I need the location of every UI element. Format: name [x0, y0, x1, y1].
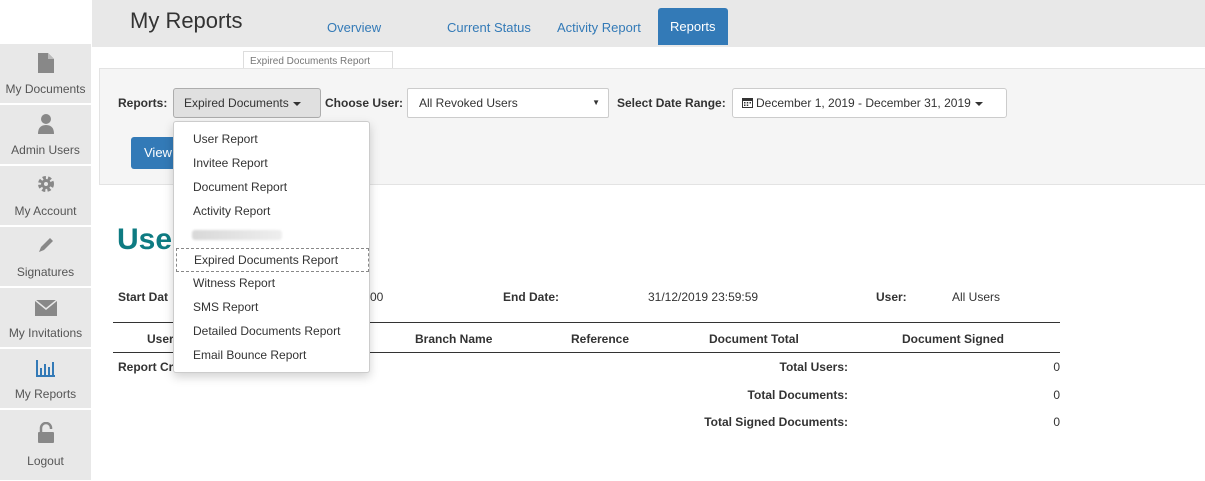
menu-item-activity-report[interactable]: Activity Report: [176, 200, 369, 224]
chevron-down-icon: ▼: [592, 98, 600, 107]
total-documents-label: Total Documents:: [747, 388, 848, 402]
page-title: My Reports: [130, 8, 243, 33]
start-date-value: 00: [370, 290, 384, 304]
user-icon: [0, 114, 91, 134]
envelope-icon: [0, 300, 91, 320]
user-label: User:: [876, 290, 907, 304]
caret-down-icon: [292, 101, 301, 106]
reports-dropdown-menu: User Report Invitee Report Document Repo…: [173, 121, 370, 373]
date-range-value: December 1, 2019 - December 31, 2019: [756, 96, 971, 110]
top-bar: My Reports Overview Current Status Activ…: [92, 0, 1205, 47]
sidebar-item-my-reports[interactable]: My Reports: [0, 349, 91, 409]
tab-activity-report[interactable]: Activity Report: [545, 11, 653, 45]
calendar-icon: [742, 90, 753, 118]
caret-down-icon: [974, 101, 983, 106]
choose-user-select[interactable]: All Revoked Users ▼: [407, 88, 609, 118]
menu-item-email-bounce-report[interactable]: Email Bounce Report: [176, 344, 369, 368]
date-range-label: Select Date Range:: [617, 96, 726, 110]
sidebar-item-my-documents[interactable]: My Documents: [0, 44, 91, 104]
reports-label: Reports:: [118, 96, 168, 110]
choose-user-label: Choose User:: [325, 96, 404, 110]
redacted-text: [192, 230, 282, 240]
sidebar-item-label: Signatures: [16, 265, 75, 279]
sidebar-item-my-invitations[interactable]: My Invitations: [0, 288, 91, 348]
tab-reports[interactable]: Reports: [658, 8, 728, 45]
unlock-icon: [0, 422, 91, 443]
report-heading: Use: [117, 223, 173, 256]
bar-chart-icon: [0, 359, 91, 379]
sidebar-item-label: Logout: [27, 454, 64, 468]
menu-item-witness-report[interactable]: Witness Report: [176, 272, 369, 296]
gear-icon: [0, 175, 91, 195]
choose-user-value: All Revoked Users: [419, 96, 518, 110]
date-range-button[interactable]: December 1, 2019 - December 31, 2019: [732, 88, 1007, 118]
sidebar-item-label: Admin Users: [11, 143, 80, 157]
tab-overview[interactable]: Overview: [315, 11, 393, 45]
menu-item-detailed-documents-report[interactable]: Detailed Documents Report: [176, 320, 369, 344]
report-created-label: Report Cr: [118, 360, 174, 374]
menu-item-document-report[interactable]: Document Report: [176, 176, 369, 200]
column-header-document-signed: Document Signed: [902, 332, 1005, 346]
end-date-label: End Date:: [503, 290, 560, 304]
total-signed-documents-value: 0: [1053, 415, 1060, 429]
end-date-value: 31/12/2019 23:59:59: [648, 290, 759, 304]
menu-item-expired-documents-report[interactable]: Expired Documents Report: [176, 248, 369, 272]
total-documents-value: 0: [1053, 388, 1060, 402]
total-users-value: 0: [1053, 360, 1060, 374]
sidebar-item-label: My Reports: [14, 387, 77, 401]
menu-item-user-report[interactable]: User Report: [176, 128, 369, 152]
sidebar-item-signatures[interactable]: Signatures: [0, 227, 91, 287]
column-header-document-total: Document Total: [709, 332, 799, 346]
column-header-reference: Reference: [571, 332, 630, 346]
sidebar: My Documents Admin Users My Account Sign…: [0, 0, 92, 481]
sidebar-item-logout[interactable]: Logout: [0, 410, 91, 481]
column-header-user: User: [147, 332, 174, 346]
document-icon: [0, 53, 91, 73]
reports-dropdown-value: Expired Documents: [184, 96, 289, 110]
menu-item-invitee-report[interactable]: Invitee Report: [176, 152, 369, 176]
total-signed-documents-label: Total Signed Documents:: [704, 415, 848, 429]
pencil-icon: [0, 236, 91, 256]
sidebar-item-label: My Account: [14, 204, 77, 218]
total-users-label: Total Users:: [779, 360, 848, 374]
start-date-label: Start Dat: [118, 290, 169, 304]
sidebar-item-my-account[interactable]: My Account: [0, 166, 91, 226]
sidebar-item-label: My Documents: [5, 82, 86, 96]
sidebar-item-label: My Invitations: [8, 326, 83, 340]
column-header-branch-name: Branch Name: [415, 332, 493, 346]
sidebar-item-admin-users[interactable]: Admin Users: [0, 105, 91, 165]
reports-dropdown-button[interactable]: Expired Documents: [173, 88, 321, 118]
user-value: All Users: [952, 290, 1001, 304]
tab-current-status[interactable]: Current Status: [435, 11, 543, 45]
menu-item-sms-report[interactable]: SMS Report: [176, 296, 369, 320]
